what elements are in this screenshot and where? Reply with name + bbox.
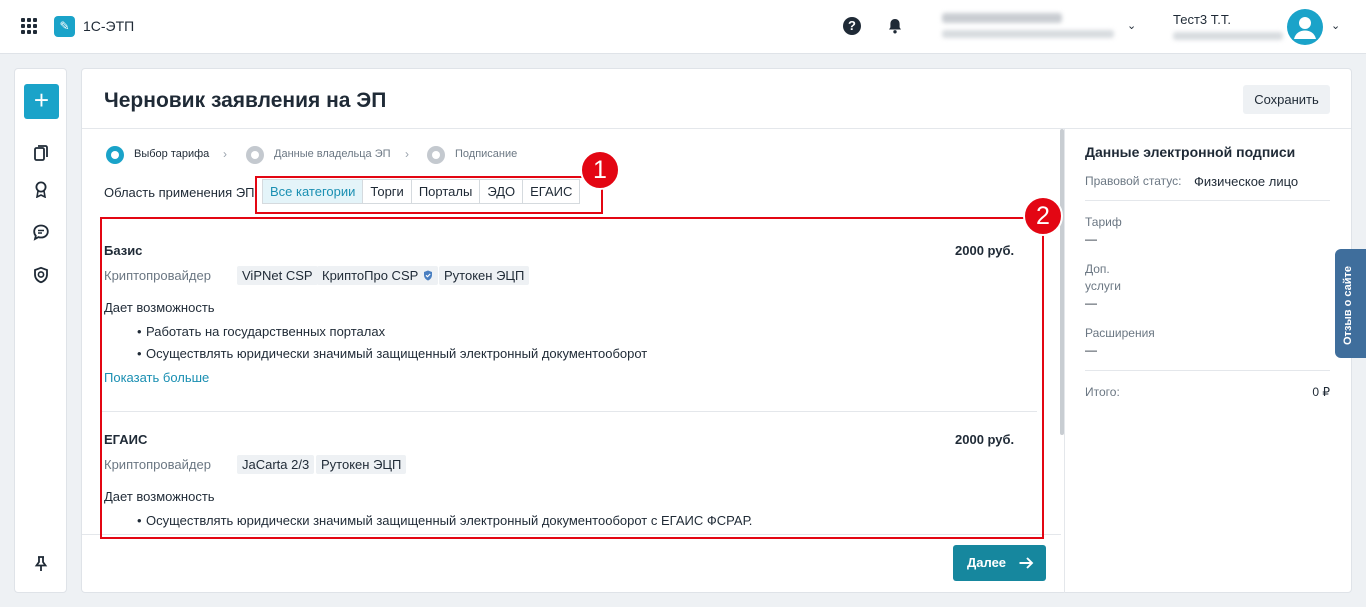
callout-badge-1: 1 bbox=[580, 150, 620, 190]
arrow-right-icon bbox=[1019, 557, 1034, 569]
top-bar: ✎ 1С-ЭТП ? ⌄ Тест3 Т.Т. ⌄ bbox=[0, 0, 1366, 54]
chevron-right-icon: › bbox=[223, 147, 227, 161]
chat-icon[interactable] bbox=[32, 223, 50, 241]
user-icon bbox=[1294, 17, 1316, 39]
extra-services-label: услуги bbox=[1085, 279, 1121, 293]
pin-icon[interactable] bbox=[32, 555, 50, 573]
step-idle-icon bbox=[246, 146, 264, 164]
step-label: Подписание bbox=[455, 148, 518, 160]
organization-details-redacted bbox=[942, 30, 1114, 38]
award-icon[interactable] bbox=[32, 180, 50, 198]
chevron-right-icon: › bbox=[405, 147, 409, 161]
extra-services-value: — bbox=[1085, 296, 1097, 310]
step-active-icon bbox=[106, 146, 124, 164]
feedback-tab-label[interactable]: Отзыв о сайте bbox=[1342, 266, 1354, 345]
summary-title: Данные электронной подписи bbox=[1085, 144, 1296, 160]
user-email-redacted bbox=[1173, 32, 1283, 40]
organization-selector[interactable] bbox=[942, 13, 1122, 38]
legal-status-label: Правовой статус: bbox=[1085, 174, 1182, 188]
step-idle-icon bbox=[427, 146, 445, 164]
legal-status-value: Физическое лицо bbox=[1194, 174, 1299, 189]
extensions-value: — bbox=[1085, 343, 1097, 357]
callout-box-1 bbox=[255, 176, 603, 214]
step-label: Данные владельца ЭП bbox=[274, 148, 391, 160]
tariff-value: — bbox=[1085, 232, 1097, 246]
divider bbox=[1085, 200, 1330, 201]
callout-box-2 bbox=[100, 217, 1044, 539]
total-label: Итого: bbox=[1085, 385, 1120, 399]
total-value: 0 ₽ bbox=[1312, 385, 1330, 399]
bell-icon[interactable] bbox=[886, 17, 904, 35]
help-icon[interactable]: ? bbox=[843, 17, 861, 35]
tariff-label: Тариф bbox=[1085, 215, 1122, 229]
brand-name[interactable]: 1С-ЭТП bbox=[83, 18, 134, 34]
next-button[interactable]: Далее bbox=[953, 545, 1046, 581]
user-name[interactable]: Тест3 Т.Т. bbox=[1173, 12, 1231, 27]
left-sidebar: + bbox=[14, 68, 67, 593]
scope-label: Область применения ЭП: bbox=[104, 185, 259, 200]
chevron-down-icon[interactable]: ⌄ bbox=[1331, 21, 1341, 32]
add-button[interactable]: + bbox=[24, 84, 59, 119]
divider bbox=[82, 128, 1351, 129]
extra-services-label: Доп. bbox=[1085, 262, 1110, 276]
page-title: Черновик заявления на ЭП bbox=[104, 89, 387, 112]
save-button[interactable]: Сохранить bbox=[1243, 85, 1330, 114]
extensions-label: Расширения bbox=[1085, 326, 1155, 340]
divider bbox=[1064, 129, 1065, 593]
divider bbox=[1085, 370, 1330, 371]
chevron-down-icon[interactable]: ⌄ bbox=[1127, 21, 1137, 32]
callout-badge-2: 2 bbox=[1023, 196, 1063, 236]
next-button-label: Далее bbox=[967, 555, 1007, 570]
avatar[interactable] bbox=[1287, 9, 1323, 45]
organization-name-redacted bbox=[942, 13, 1062, 23]
shield-icon[interactable] bbox=[32, 266, 50, 284]
documents-icon[interactable] bbox=[32, 144, 50, 162]
apps-grid-icon[interactable] bbox=[21, 18, 37, 34]
step-label: Выбор тарифа bbox=[134, 148, 210, 160]
brand-logo-icon[interactable]: ✎ bbox=[54, 16, 75, 37]
